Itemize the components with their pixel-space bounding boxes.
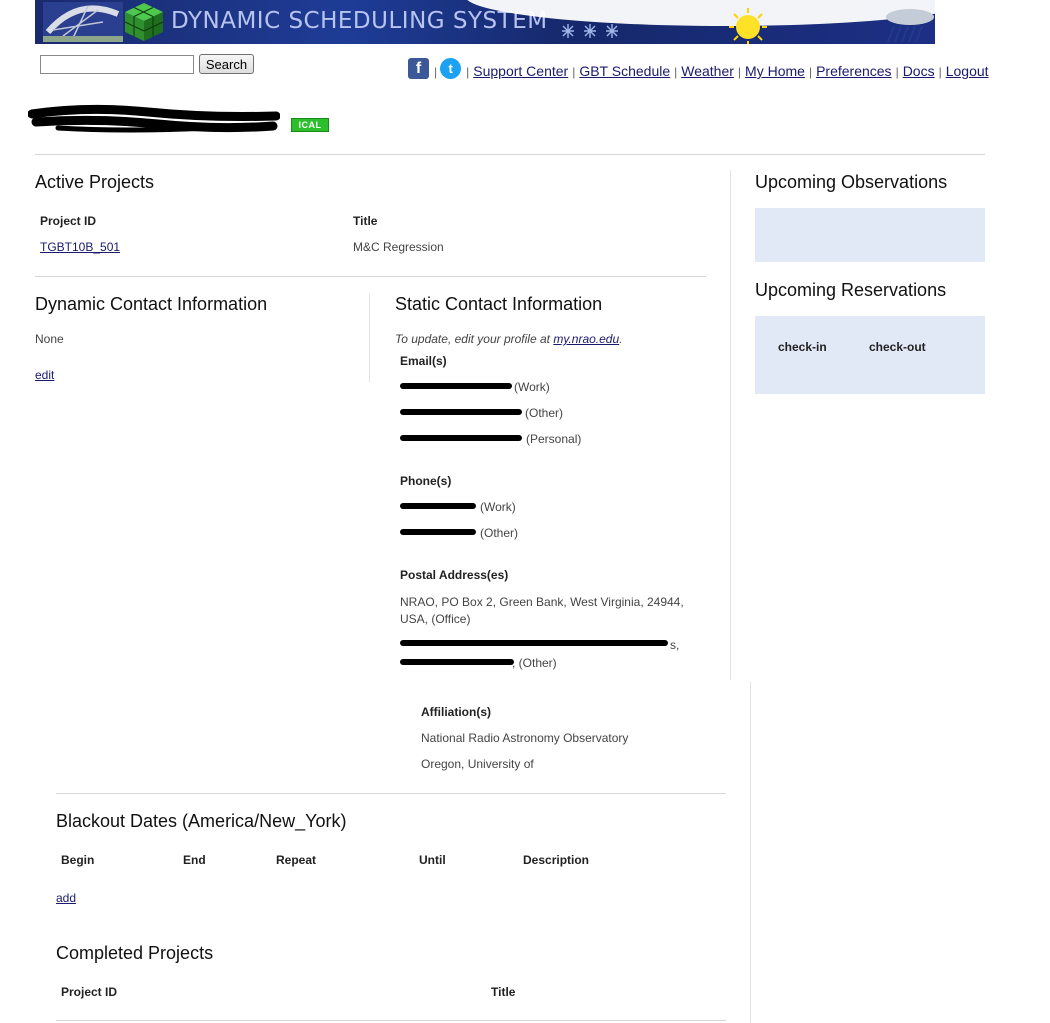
column-header-title: Title xyxy=(353,214,378,228)
affiliations-label: Affiliation(s) xyxy=(421,705,491,719)
redacted-address xyxy=(400,640,668,646)
nav-link-weather[interactable]: Weather xyxy=(681,63,734,79)
redacted-email xyxy=(400,409,522,415)
nav-link-gbt-schedule[interactable]: GBT Schedule xyxy=(579,63,670,79)
nav-separator: | xyxy=(938,65,942,79)
column-header-check-in: check-in xyxy=(778,340,827,354)
phones-label: Phone(s) xyxy=(400,474,452,488)
radio-telescope-icon xyxy=(43,2,123,42)
redacted-email xyxy=(400,435,522,441)
column-header-repeat: Repeat xyxy=(276,853,317,867)
dynamic-contact-heading: Dynamic Contact Information xyxy=(35,294,268,314)
affiliation-item: National Radio Astronomy Observatory xyxy=(421,731,629,745)
system-title: DYNAMIC SCHEDULING SYSTEM xyxy=(171,8,548,34)
profile-note-end: . xyxy=(619,332,623,346)
column-divider xyxy=(730,170,731,680)
postal-other-line1-end: s, xyxy=(670,638,680,652)
affiliation-item: Oregon, University of xyxy=(421,757,534,771)
ical-badge[interactable]: ICAL xyxy=(291,118,329,132)
profile-note-text: To update, edit your profile at xyxy=(395,332,554,346)
nav-separator: | xyxy=(808,65,813,79)
cube-logo-icon xyxy=(124,3,164,41)
edit-contact-link[interactable]: edit xyxy=(35,368,54,382)
nav-separator: | xyxy=(466,65,470,79)
static-contact-heading: Static Contact Information xyxy=(395,294,603,314)
postal-office-line2: USA, (Office) xyxy=(400,612,471,626)
twitter-icon[interactable]: t xyxy=(440,58,462,79)
postal-other-line2-end: , (Other) xyxy=(512,656,557,670)
site-banner: DYNAMIC SCHEDULING SYSTEM xyxy=(35,0,935,44)
affiliation-divider xyxy=(56,793,726,794)
completed-divider xyxy=(56,1020,726,1021)
email-type-other: (Other) xyxy=(525,406,564,420)
postal-office-line1: NRAO, PO Box 2, Green Bank, West Virgini… xyxy=(400,595,684,609)
nav-separator: | xyxy=(737,65,742,79)
search-button[interactable]: Search xyxy=(199,54,254,74)
nav-link-support-center[interactable]: Support Center xyxy=(473,63,568,79)
nav-separator: | xyxy=(572,65,576,79)
rain-cloud-icon xyxy=(886,9,934,43)
upcoming-reservations-panel: check-in check-out xyxy=(755,316,985,394)
redacted-phone xyxy=(400,503,476,509)
redacted-phone xyxy=(400,529,476,535)
column-header-begin: Begin xyxy=(61,853,95,867)
emails-label: Email(s) xyxy=(400,354,447,368)
top-navigation: f | t | Support Center | GBT Schedule | … xyxy=(408,51,990,79)
redacted-user-name xyxy=(28,104,280,133)
column-header-check-out: check-out xyxy=(869,340,926,354)
contact-divider xyxy=(369,294,370,382)
nav-link-my-home[interactable]: My Home xyxy=(745,63,805,79)
snowflake-icon xyxy=(562,24,618,38)
column-header-until: Until xyxy=(419,853,446,867)
redacted-address xyxy=(400,659,514,665)
add-blackout-link[interactable]: add xyxy=(56,891,76,905)
upcoming-reservations-heading: Upcoming Reservations xyxy=(755,280,947,300)
project-title: M&C Regression xyxy=(353,240,444,254)
column-header-end: End xyxy=(183,853,206,867)
project-id-link[interactable]: TGBT10B_501 xyxy=(40,240,120,254)
nav-separator: | xyxy=(434,65,438,79)
redacted-email xyxy=(400,383,512,389)
search-input[interactable] xyxy=(40,55,194,74)
nav-separator: | xyxy=(895,65,899,79)
column-header-description: Description xyxy=(523,853,590,867)
nav-link-preferences[interactable]: Preferences xyxy=(816,63,891,79)
profile-link[interactable]: my.nrao.edu xyxy=(553,332,619,346)
projects-divider xyxy=(35,276,706,277)
nav-link-docs[interactable]: Docs xyxy=(903,63,935,79)
upcoming-observations-heading: Upcoming Observations xyxy=(755,172,948,192)
profile-update-note: To update, edit your profile at my.nrao.… xyxy=(395,332,622,346)
completed-projects-heading: Completed Projects xyxy=(56,943,214,963)
phone-type-work: (Work) xyxy=(480,500,516,514)
column-header-title: Title xyxy=(491,985,516,999)
active-projects-heading: Active Projects xyxy=(35,172,155,192)
sun-icon xyxy=(729,8,767,44)
header-divider xyxy=(35,154,985,155)
column-header-project-id: Project ID xyxy=(40,214,97,228)
column-header-project-id: Project ID xyxy=(61,985,118,999)
facebook-icon[interactable]: f xyxy=(408,58,429,79)
column-divider-lower xyxy=(750,682,751,1023)
phone-type-other: (Other) xyxy=(480,526,519,540)
upcoming-observations-panel xyxy=(755,208,985,262)
email-type-personal: (Personal) xyxy=(526,432,582,446)
dynamic-contact-value: None xyxy=(35,332,64,346)
blackout-heading: Blackout Dates (America/New_York) xyxy=(56,811,347,831)
postal-label: Postal Address(es) xyxy=(400,568,509,582)
nav-separator: | xyxy=(674,65,678,79)
nav-link-logout[interactable]: Logout xyxy=(946,63,989,79)
email-type-work: (Work) xyxy=(514,380,550,394)
